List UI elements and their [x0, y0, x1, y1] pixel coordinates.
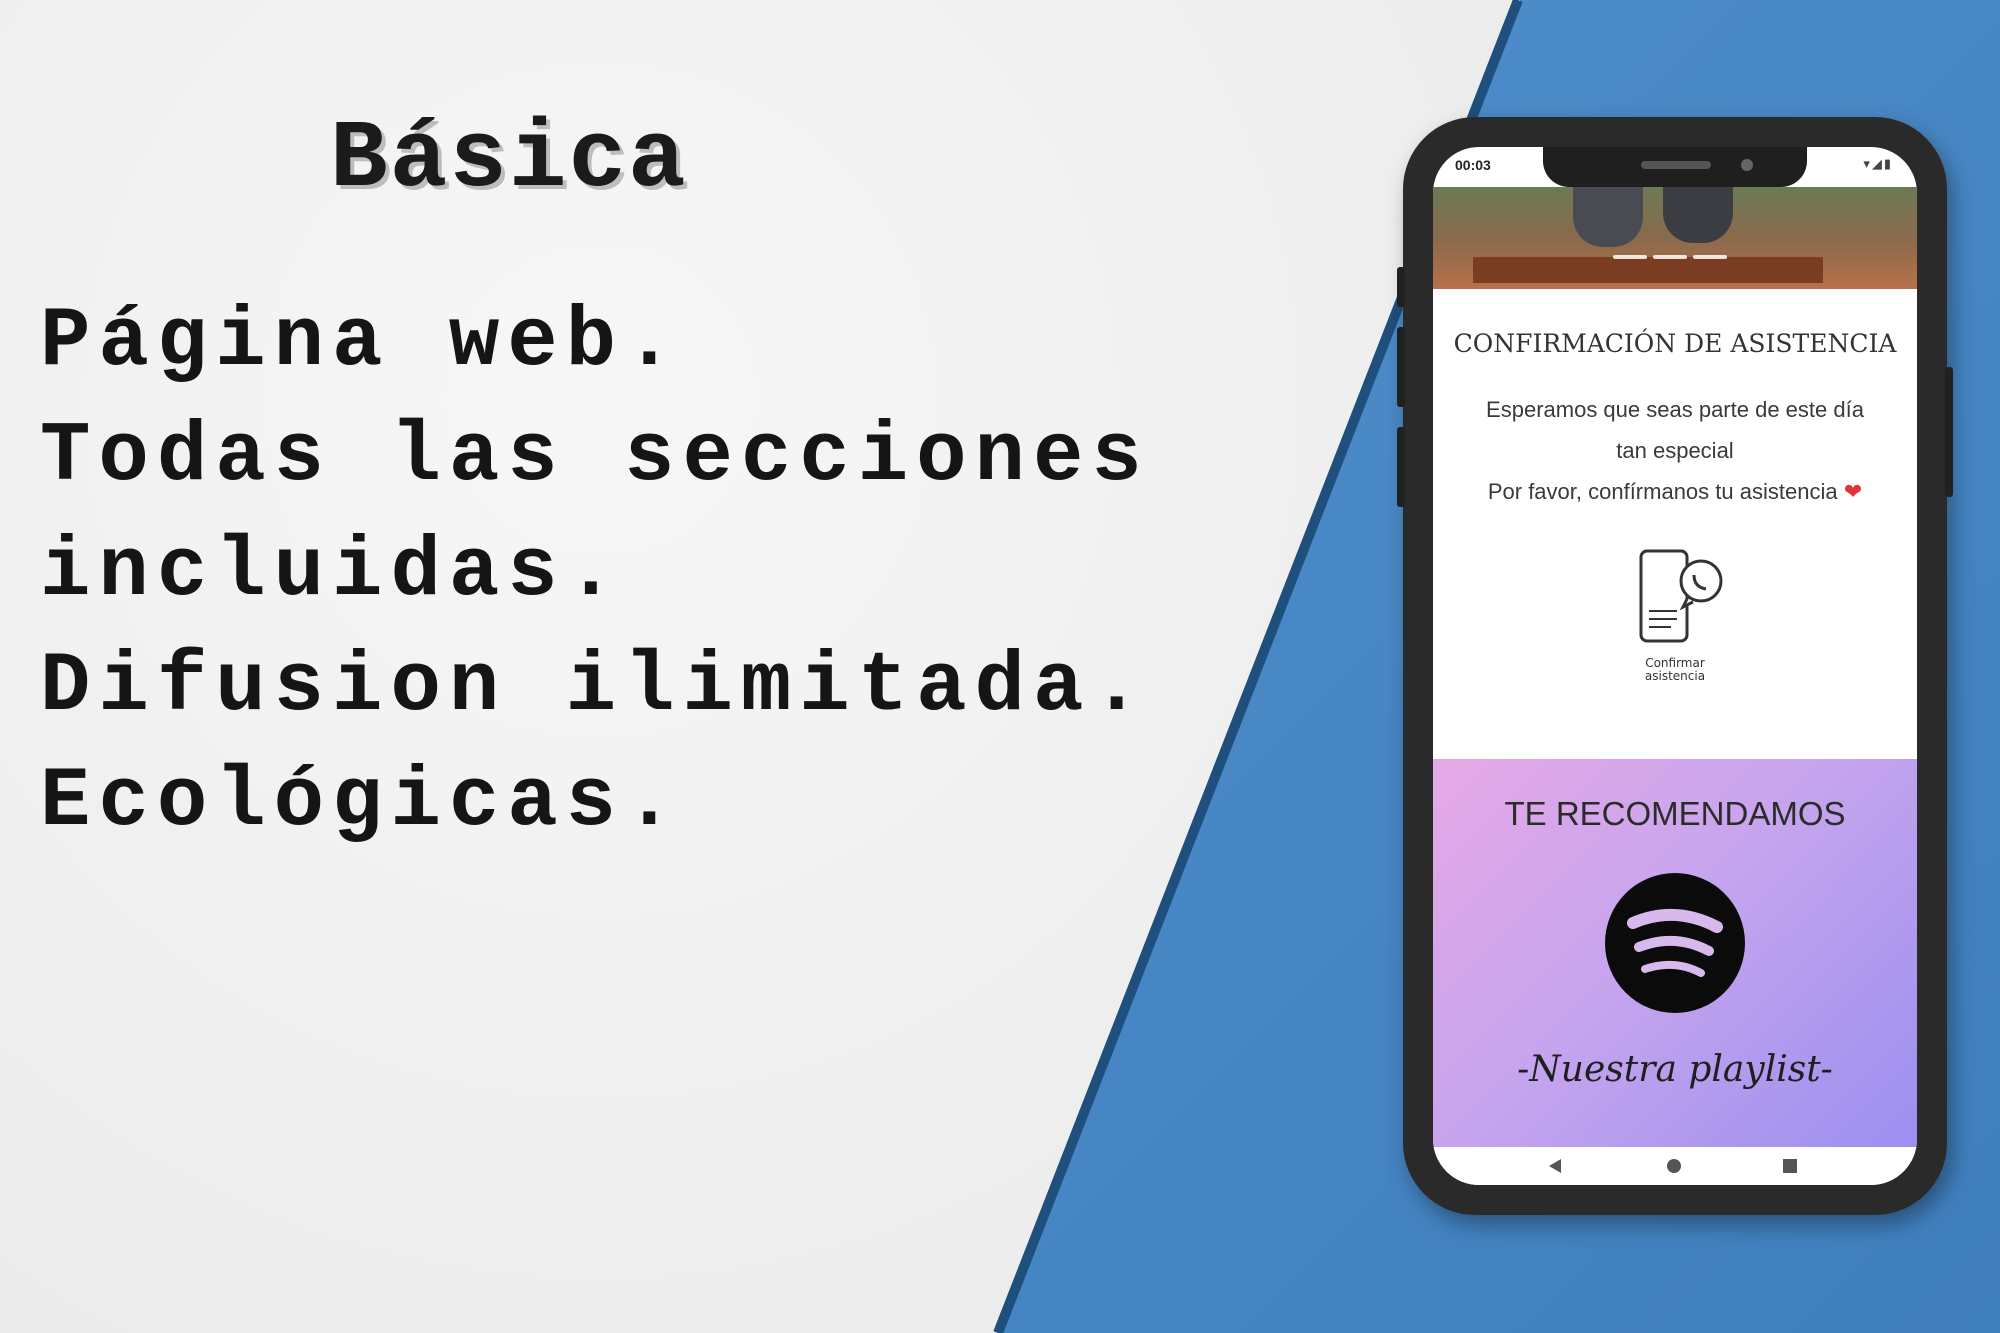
confirm-button-label[interactable]: Confirmar asistencia	[1575, 657, 1775, 683]
photo-shoe	[1663, 187, 1733, 243]
back-icon[interactable]	[1549, 1159, 1561, 1173]
hero-photo[interactable]	[1433, 187, 1917, 289]
phone-mockup: 00:03 ▾◢▮ CONFIRMACIÓN DE ASISTENCIA Esp…	[1397, 117, 1953, 1215]
rsvp-message: Esperamos que seas parte de este día tan…	[1453, 389, 1897, 512]
side-button	[1945, 367, 1953, 497]
rsvp-line: Esperamos que seas parte de este día	[1486, 397, 1864, 422]
rsvp-line-with-heart: Por favor, confírmanos tu asistencia ❤	[1453, 471, 1897, 512]
phone-screen: 00:03 ▾◢▮ CONFIRMACIÓN DE ASISTENCIA Esp…	[1433, 147, 1917, 1185]
carousel-dot[interactable]	[1693, 255, 1727, 259]
playlist-link[interactable]: -Nuestra playlist-	[1433, 1049, 1917, 1090]
recent-apps-icon[interactable]	[1783, 1159, 1797, 1173]
carousel-dot[interactable]	[1653, 255, 1687, 259]
camera-icon	[1741, 159, 1753, 171]
recommend-section: TE RECOMENDAMOS -Nuestra playlist-	[1433, 759, 1917, 1147]
volume-up-button	[1397, 327, 1405, 407]
feature-item: Todas las secciones	[40, 410, 1150, 505]
feature-item: Página web.	[40, 295, 683, 390]
volume-down-button	[1397, 427, 1405, 507]
spotify-icon[interactable]	[1603, 871, 1747, 1015]
feature-list: Página web. Todas las secciones incluida…	[40, 285, 1150, 860]
carousel-indicator[interactable]	[1613, 255, 1727, 259]
feature-item: incluidas.	[40, 525, 625, 620]
recommend-title: TE RECOMENDAMOS	[1504, 795, 1846, 832]
rsvp-line: tan especial	[1616, 438, 1734, 463]
feature-item: Difusion ilimitada.	[40, 640, 1150, 735]
power-button	[1397, 267, 1405, 307]
phone-whatsapp-icon[interactable]	[1631, 545, 1731, 655]
phone-notch	[1543, 147, 1807, 187]
carousel-dot[interactable]	[1613, 255, 1647, 259]
photo-shoe	[1573, 187, 1643, 247]
android-nav-bar	[1433, 1147, 1917, 1185]
plan-title: Básica	[330, 105, 688, 214]
photo-bench	[1473, 257, 1823, 283]
confirm-label-line: asistencia	[1644, 669, 1706, 683]
status-time: 00:03	[1455, 157, 1491, 173]
rsvp-line: Por favor, confírmanos tu asistencia	[1487, 479, 1838, 504]
rsvp-title: CONFIRMACIÓN DE ASISTENCIA	[1453, 329, 1897, 358]
status-icons: ▾◢▮	[1863, 157, 1893, 172]
speaker	[1641, 161, 1711, 169]
rsvp-section: CONFIRMACIÓN DE ASISTENCIA Esperamos que…	[1433, 289, 1917, 899]
heart-icon: ❤	[1843, 479, 1863, 504]
feature-item: Ecológicas.	[40, 755, 683, 850]
home-icon[interactable]	[1667, 1159, 1681, 1173]
